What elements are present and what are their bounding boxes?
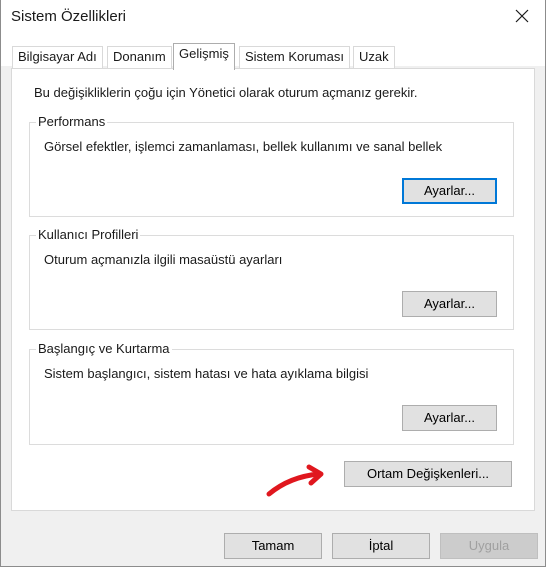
group-title: Kullanıcı Profilleri (36, 227, 141, 242)
red-arrow-annotation-icon (266, 464, 324, 497)
system-properties-window: Sistem Özellikleri Bilgisayar Adı Donanı… (0, 0, 546, 567)
performance-settings-button[interactable]: Ayarlar... (402, 178, 497, 204)
tab-system-protection[interactable]: Sistem Koruması (239, 46, 350, 68)
group-title: Performans (36, 114, 108, 129)
user-profiles-settings-button[interactable]: Ayarlar... (402, 291, 497, 317)
performance-group: Performans Görsel efektler, işlemci zama… (29, 114, 514, 217)
tab-remote[interactable]: Uzak (353, 46, 395, 68)
cancel-button[interactable]: İptal (332, 533, 430, 559)
ok-button[interactable]: Tamam (224, 533, 322, 559)
title-bar: Sistem Özellikleri (1, 0, 545, 34)
admin-notice: Bu değişikliklerin çoğu için Yönetici ol… (34, 85, 418, 100)
tab-computer-name[interactable]: Bilgisayar Adı (12, 46, 103, 68)
environment-variables-button[interactable]: Ortam Değişkenleri... (344, 461, 512, 487)
tab-advanced[interactable]: Gelişmiş (173, 43, 235, 70)
group-title: Başlangıç ve Kurtarma (36, 341, 172, 356)
close-icon (515, 9, 529, 23)
advanced-tab-panel: Bu değişikliklerin çoğu için Yönetici ol… (11, 68, 535, 511)
startup-recovery-group: Başlangıç ve Kurtarma Sistem başlangıcı,… (29, 341, 514, 445)
tab-hardware[interactable]: Donanım (107, 46, 172, 68)
apply-button[interactable]: Uygula (440, 533, 538, 559)
window-title: Sistem Özellikleri (11, 8, 127, 25)
user-profiles-group: Kullanıcı Profilleri Oturum açmanızla il… (29, 227, 514, 330)
group-description: Sistem başlangıcı, sistem hatası ve hata… (44, 366, 369, 381)
startup-recovery-settings-button[interactable]: Ayarlar... (402, 405, 497, 431)
close-button[interactable] (499, 0, 545, 32)
group-description: Oturum açmanızla ilgili masaüstü ayarlar… (44, 252, 283, 267)
group-description: Görsel efektler, işlemci zamanlaması, be… (44, 139, 443, 154)
